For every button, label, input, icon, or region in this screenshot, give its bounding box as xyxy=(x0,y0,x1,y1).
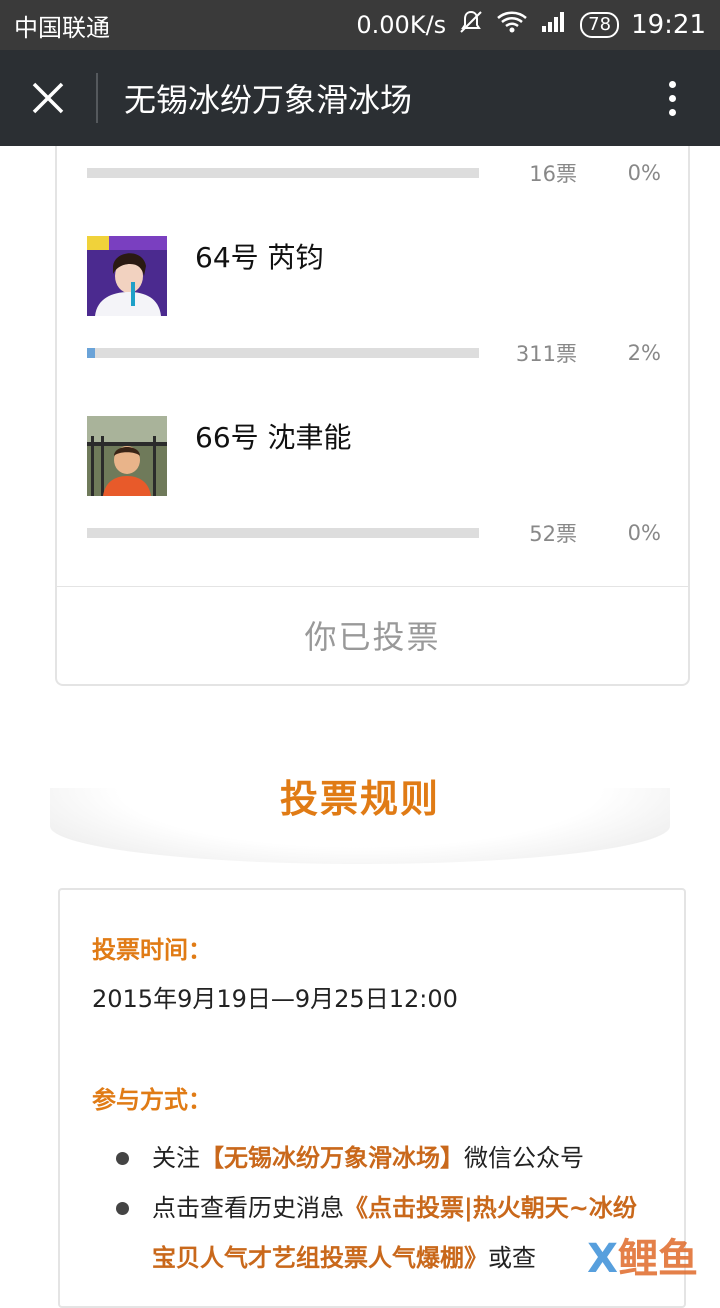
more-dot-icon xyxy=(668,80,676,88)
item-text: 点击查看历史消息 xyxy=(152,1194,344,1222)
title-bar: 无锡冰纷万象滑冰场 xyxy=(0,50,720,146)
vote-bar-fill xyxy=(87,348,95,358)
vote-percent: 0% xyxy=(627,521,661,545)
vote-bar xyxy=(87,168,479,178)
vote-card: 16票 0% 64号 芮钧 311票 2% 66号 沈聿能 52票 0% 你已投… xyxy=(55,146,690,686)
page-title: 无锡冰纷万象滑冰场 xyxy=(124,81,413,119)
candidate-name: 64号 芮钧 xyxy=(195,241,324,274)
candidate-name: 66号 沈聿能 xyxy=(195,421,352,454)
rules-header: 投票规则 xyxy=(0,740,720,870)
voted-button[interactable]: 你已投票 xyxy=(57,586,688,682)
wifi-icon xyxy=(496,9,528,41)
account-name-highlight: 【无锡冰纷万象滑冰场】 xyxy=(200,1144,464,1172)
vote-count: 311票 xyxy=(515,342,577,366)
vote-time-title: 投票时间： xyxy=(92,936,212,964)
close-button[interactable] xyxy=(0,50,96,146)
candidate-item[interactable]: 64号 芮钧 xyxy=(87,236,647,316)
candidate-photo xyxy=(87,236,167,316)
signal-icon xyxy=(540,10,568,40)
list-item: 关注【无锡冰纷万象滑冰场】微信公众号 xyxy=(92,1133,652,1183)
title-separator xyxy=(96,73,98,123)
vote-percent: 2% xyxy=(627,341,661,365)
method-title: 参与方式： xyxy=(92,1086,212,1114)
more-dot-icon xyxy=(668,108,676,116)
vote-row: 52票 0% xyxy=(87,518,667,548)
vote-row: 311票 2% xyxy=(87,338,667,368)
vote-time-text: 2015年9月19日—9月25日12:00 xyxy=(92,985,458,1013)
vote-bar xyxy=(87,348,479,358)
candidate-photo xyxy=(87,416,167,496)
item-text: 微信公众号 xyxy=(464,1144,584,1172)
watermark-text: 鲤鱼 xyxy=(618,1236,698,1282)
watermark-mark: X xyxy=(587,1236,618,1282)
item-text: 或查 xyxy=(488,1244,536,1272)
status-bar: 中国联通 0.00K/s 78 19:21 xyxy=(0,0,720,50)
network-speed: 0.00K/s xyxy=(356,11,447,39)
carrier-label: 中国联通 xyxy=(14,13,110,42)
battery-indicator: 78 xyxy=(580,12,620,38)
close-icon xyxy=(32,82,64,114)
method-list: 关注【无锡冰纷万象滑冰场】微信公众号 点击查看历史消息《点击投票|热火朝天~冰纷… xyxy=(92,1133,652,1283)
vote-percent: 0% xyxy=(627,161,661,185)
clock: 19:21 xyxy=(631,10,706,40)
vote-bar xyxy=(87,528,479,538)
vote-count: 52票 xyxy=(529,522,577,546)
more-menu-button[interactable] xyxy=(624,50,720,146)
watermark-logo: X鲤鱼 xyxy=(587,1226,698,1284)
candidate-item[interactable]: 66号 沈聿能 xyxy=(87,416,647,496)
vote-row: 16票 0% xyxy=(87,158,667,188)
item-text: 关注 xyxy=(152,1144,200,1172)
more-dot-icon xyxy=(668,94,676,102)
mute-icon xyxy=(458,9,484,41)
list-item: 点击查看历史消息《点击投票|热火朝天~冰纷宝贝人气才艺组投票人气爆棚》或查 xyxy=(92,1183,652,1283)
rules-heading: 投票规则 xyxy=(279,777,440,821)
vote-count: 16票 xyxy=(529,162,577,186)
